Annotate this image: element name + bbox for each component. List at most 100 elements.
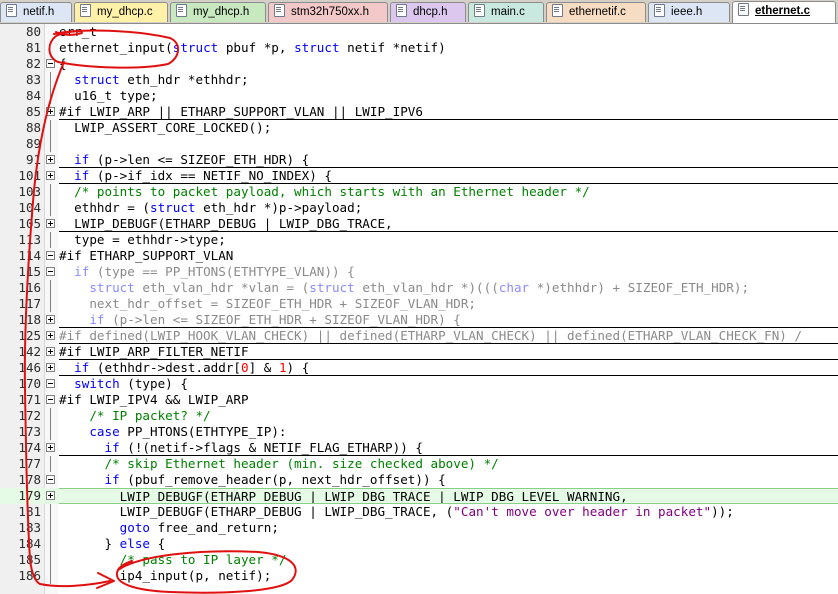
code-line[interactable]: 183 goto free_and_return; <box>0 520 838 536</box>
code-line[interactable]: 80 err_t <box>0 24 838 40</box>
code-line[interactable]: 185 /* pass to IP layer */ <box>0 552 838 568</box>
code-line[interactable]: 170 switch (type) { <box>0 376 838 392</box>
code-line[interactable]: 172 /* IP packet? */ <box>0 408 838 424</box>
code-line[interactable]: 118 if (p->len <= SIZEOF_ETH_HDR + SIZEO… <box>0 312 838 328</box>
fold-expand-icon[interactable] <box>46 331 55 340</box>
code-line[interactable]: 142 #if LWIP_ARP_FILTER_NETIF <box>0 344 838 360</box>
code-line[interactable]: 117 next_hdr_offset = SIZEOF_ETH_HDR + S… <box>0 296 838 312</box>
line-code <box>59 136 838 152</box>
line-number: 173 <box>18 424 41 439</box>
code-editor[interactable]: 80 err_t 81 ethernet_input(struct pbuf *p, … <box>0 24 838 594</box>
fold-collapse-icon[interactable] <box>46 395 55 404</box>
code-token: LWIP_IPV4 && LWIP_ARP <box>81 392 249 407</box>
code-line[interactable]: 84 u16_t type; <box>0 88 838 104</box>
line-code: #if ETHARP_SUPPORT_VLAN <box>59 248 838 264</box>
code-line[interactable]: 91 if (p->len <= SIZEOF_ETH_HDR) { <box>0 152 838 168</box>
code-line[interactable]: 146 if (ethhdr->dest.addr[0] & 1) { <box>0 360 838 376</box>
fold-expand-icon[interactable] <box>46 363 55 372</box>
line-code: struct eth_vlan_hdr *vlan = (struct eth_… <box>59 280 838 296</box>
fold-collapse-icon[interactable] <box>46 267 55 276</box>
code-line[interactable]: 174 if (!(netif->flags & NETIF_FLAG_ETHA… <box>0 440 838 456</box>
tab-my-dhcp-c[interactable]: my_dhcp.c <box>74 2 168 22</box>
code-token: switch <box>74 376 120 391</box>
code-line[interactable]: 177 /* skip Ethernet header (min. size c… <box>0 456 838 472</box>
code-token: err_t <box>59 24 97 39</box>
file-tab-bar: netif.h my_dhcp.c my_dhcp.h stm32h750xx.h dh… <box>0 0 838 24</box>
code-line[interactable]: 88 LWIP_ASSERT_CORE_LOCKED(); <box>0 120 838 136</box>
code-line[interactable]: 89 <box>0 136 838 152</box>
tab-main-c[interactable]: main.c <box>468 2 544 22</box>
code-line[interactable]: 181 LWIP_DEBUGF(ETHARP_DEBUG | LWIP_DBG_… <box>0 504 838 520</box>
code-line[interactable]: 81 ethernet_input(struct pbuf *p, struct … <box>0 40 838 56</box>
tab-ieee-h[interactable]: ieee.h <box>648 2 730 22</box>
fold-expand-icon[interactable] <box>46 347 55 356</box>
line-code: ethhdr = (struct eth_hdr *)p->payload; <box>59 200 838 216</box>
line-number: 181 <box>18 504 41 519</box>
code-token: LWIP_ASSERT_CORE_LOCKED(); <box>59 120 272 135</box>
line-code: next_hdr_offset = SIZEOF_ETH_HDR + SIZEO… <box>59 296 838 312</box>
fold-expand-icon[interactable] <box>46 219 55 228</box>
code-line[interactable]: 184 } else { <box>0 536 838 552</box>
code-line[interactable]: 116 struct eth_vlan_hdr *vlan = (struct … <box>0 280 838 296</box>
code-line[interactable]: 85 #if LWIP_ARP || ETHARP_SUPPORT_VLAN ||… <box>0 104 838 120</box>
fold-expand-icon[interactable] <box>46 443 55 452</box>
line-code: LWIP_DEBUGF(ETHARP_DEBUG | LWIP_DBG_TRAC… <box>59 504 838 520</box>
fold-expand-icon[interactable] <box>46 107 55 116</box>
fold-collapse-icon[interactable] <box>46 379 55 388</box>
code-token: /* IP packet? */ <box>59 408 211 423</box>
fold-expand-icon[interactable] <box>46 155 55 164</box>
code-line[interactable]: 171 #if LWIP_IPV4 && LWIP_ARP <box>0 392 838 408</box>
code-token: struct <box>172 40 219 55</box>
fold-expand-icon[interactable] <box>46 491 55 500</box>
code-token: else <box>119 536 151 551</box>
line-number: 84 <box>25 88 41 103</box>
code-line[interactable]: 115 if (type == PP_HTONS(ETHTYPE_VLAN)) … <box>0 264 838 280</box>
fold-collapse-icon[interactable] <box>46 59 55 68</box>
tab-ethernetif-c[interactable]: ethernetif.c <box>546 2 646 22</box>
code-token: (p->len <= SIZEOF_ETH_HDR) { <box>89 152 310 167</box>
code-token: LWIP_ARP || ETHARP_SUPPORT_VLAN || LWIP_… <box>81 104 423 119</box>
fold-guide-line <box>50 296 51 312</box>
tab-ethernet-c[interactable]: ethernet.c <box>732 1 836 23</box>
code-line[interactable]: 186 ip4_input(p, netif); <box>0 568 838 584</box>
tab-dhcp-h[interactable]: dhcp.h <box>390 2 466 22</box>
fold-guide-line <box>50 200 51 216</box>
code-line[interactable]: 82 { <box>0 56 838 72</box>
code-token: char <box>498 280 530 295</box>
line-number: 118 <box>18 312 41 327</box>
code-line[interactable]: 173 case PP_HTONS(ETHTYPE_IP): <box>0 424 838 440</box>
code-token: if <box>74 264 90 279</box>
code-line[interactable]: 105 LWIP_DEBUGF(ETHARP_DEBUG | LWIP_DBG_… <box>0 216 838 232</box>
line-code: LWIP_DEBUGF(ETHARP_DEBUG | LWIP_DBG_TRAC… <box>59 216 838 232</box>
code-line[interactable]: 101 if (p->if_idx == NETIF_NO_INDEX) { <box>0 168 838 184</box>
tab-label: ethernet.c <box>755 5 810 17</box>
fold-expand-icon[interactable] <box>46 315 55 324</box>
file-icon <box>80 4 91 17</box>
line-number: 101 <box>18 168 41 183</box>
tab-my-dhcp-h[interactable]: my_dhcp.h <box>170 2 266 22</box>
code-line[interactable]: 178 if (pbuf_remove_header(p, next_hdr_o… <box>0 472 838 488</box>
code-line[interactable]: 114 #if ETHARP_SUPPORT_VLAN <box>0 248 838 264</box>
line-code: /* skip Ethernet header (min. size check… <box>59 456 838 472</box>
line-number: 184 <box>18 536 41 551</box>
code-line[interactable]: 83 struct eth_hdr *ethhdr; <box>0 72 838 88</box>
fold-expand-icon[interactable] <box>46 171 55 180</box>
fold-collapse-icon[interactable] <box>46 251 55 260</box>
fold-guide-line <box>50 568 51 584</box>
code-line[interactable]: 125 #if defined(LWIP_HOOK_VLAN_CHECK) || … <box>0 328 838 344</box>
code-token: next_hdr_offset = SIZEOF_ETH_HDR + SIZEO… <box>59 296 477 311</box>
line-code: if (ethhdr->dest.addr[0] & 1) { <box>59 360 838 376</box>
tab-label: main.c <box>491 6 525 18</box>
code-line[interactable]: 179 LWIP_DEBUGF(ETHARP_DEBUG | LWIP_DBG_… <box>0 488 838 504</box>
fold-collapse-icon[interactable] <box>46 475 55 484</box>
fold-guide-line <box>50 408 51 424</box>
tab-stm32h750xx-h[interactable]: stm32h750xx.h <box>268 2 388 22</box>
code-token: type = ethhdr->type; <box>59 232 226 247</box>
tab-netif-h[interactable]: netif.h <box>0 2 72 22</box>
code-line[interactable]: 104 ethhdr = (struct eth_hdr *)p->payloa… <box>0 200 838 216</box>
code-line[interactable]: 103 /* points to packet payload, which s… <box>0 184 838 200</box>
code-line[interactable]: 113 type = ethhdr->type; <box>0 232 838 248</box>
